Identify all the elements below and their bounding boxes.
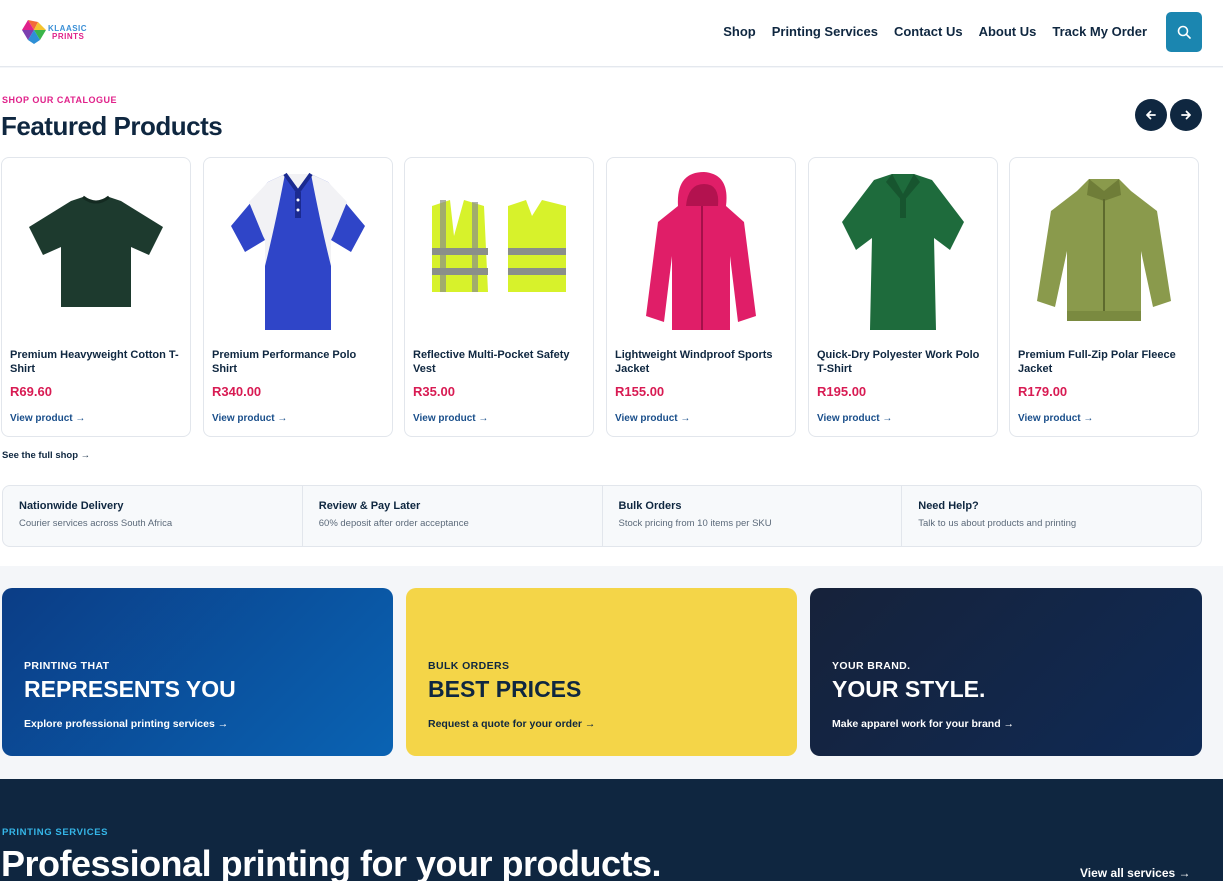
services-title: Professional printing for your products. xyxy=(1,843,662,881)
promo-title: REPRESENTS YOU xyxy=(24,676,236,702)
product-card[interactable]: Premium Performance Polo Shirt R340.00 V… xyxy=(203,157,393,437)
view-product-link[interactable]: View product → xyxy=(615,413,690,424)
feature-delivery: Nationwide Delivery Courier services acr… xyxy=(3,486,303,546)
product-image-green-polo[interactable] xyxy=(809,162,997,340)
catalogue-eyebrow: SHOP OUR CATALOGUE xyxy=(2,95,118,105)
product-name[interactable]: Reflective Multi-Pocket Safety Vest xyxy=(413,348,585,376)
feature-subtitle: 60% deposit after order acceptance xyxy=(318,518,469,529)
view-product-link[interactable]: View product → xyxy=(212,413,287,424)
nav-track-my-order[interactable]: Track My Order xyxy=(1052,24,1147,40)
product-image-jacket[interactable] xyxy=(607,162,795,340)
promo-link[interactable]: Request a quote for your order → xyxy=(428,718,595,730)
search-button[interactable] xyxy=(1166,12,1202,52)
product-price: R69.60 xyxy=(10,384,52,399)
promo-title: BEST PRICES xyxy=(428,676,582,702)
feature-subtitle: Courier services across South Africa xyxy=(19,518,173,529)
promo-link[interactable]: Explore professional printing services → xyxy=(24,718,228,730)
product-card[interactable]: Lightweight Windproof Sports Jacket R155… xyxy=(606,157,796,437)
promo-printing-banner[interactable]: PRINTING THAT REPRESENTS YOU Explore pro… xyxy=(2,588,393,756)
arrow-right-icon xyxy=(1181,110,1191,120)
product-card[interactable]: Premium Full-Zip Polar Fleece Jacket R17… xyxy=(1009,157,1199,437)
feature-help: Need Help? Talk to us about products and… xyxy=(902,486,1201,546)
promo-eyebrow: BULK ORDERS xyxy=(428,660,510,672)
main-nav: Shop Printing Services Contact Us About … xyxy=(723,24,1147,40)
product-price: R340.00 xyxy=(212,384,262,399)
feature-title: Need Help? xyxy=(918,500,979,512)
view-product-link[interactable]: View product → xyxy=(1018,413,1093,424)
product-card[interactable]: Reflective Multi-Pocket Safety Vest R35.… xyxy=(404,157,594,437)
product-name[interactable]: Premium Full-Zip Polar Fleece Jacket xyxy=(1018,348,1190,376)
feature-title: Review & Pay Later xyxy=(318,500,421,512)
nav-contact-us[interactable]: Contact Us xyxy=(894,24,963,40)
promo-bulk-banner[interactable]: BULK ORDERS BEST PRICES Request a quote … xyxy=(406,588,797,756)
product-image-fleece[interactable] xyxy=(1010,162,1198,340)
polo-shirt-icon xyxy=(842,174,964,330)
arrow-left-icon xyxy=(1146,110,1156,120)
feature-bulk-orders: Bulk Orders Stock pricing from 10 items … xyxy=(603,486,903,546)
polo-shirt-icon xyxy=(231,172,365,330)
site-logo[interactable]: KLAASIC PRINTS xyxy=(20,18,90,48)
promo-title: YOUR STYLE. xyxy=(832,676,986,702)
nav-printing-services[interactable]: Printing Services xyxy=(772,24,878,40)
fleece-jacket-icon xyxy=(1037,179,1171,321)
promo-eyebrow: PRINTING THAT xyxy=(24,660,110,672)
services-eyebrow: PRINTING SERVICES xyxy=(2,827,109,838)
safety-vest-icon xyxy=(432,200,566,292)
featured-products-title: Featured Products xyxy=(1,111,223,141)
feature-title: Nationwide Delivery xyxy=(19,500,124,512)
features-strip: Nationwide Delivery Courier services acr… xyxy=(2,485,1202,547)
product-price: R155.00 xyxy=(615,384,665,399)
product-name[interactable]: Premium Heavyweight Cotton T-Shirt xyxy=(10,348,182,376)
product-price: R195.00 xyxy=(817,384,867,399)
promo-brand-banner[interactable]: YOUR BRAND. YOUR STYLE. Make apparel wor… xyxy=(810,588,1202,756)
product-card[interactable]: Premium Heavyweight Cotton T-Shirt R69.6… xyxy=(1,157,191,437)
product-image-polo[interactable] xyxy=(204,162,392,340)
services-section: PRINTING SERVICES Professional printing … xyxy=(0,779,1223,881)
feature-pay-later: Review & Pay Later 60% deposit after ord… xyxy=(303,486,603,546)
search-icon xyxy=(1177,25,1191,39)
tshirt-icon xyxy=(29,195,163,307)
nav-about-us[interactable]: About Us xyxy=(979,24,1037,40)
carousel-next-button[interactable] xyxy=(1170,99,1202,131)
promo-link[interactable]: Make apparel work for your brand → xyxy=(832,718,1014,730)
site-header: KLAASIC PRINTS Shop Printing Services Co… xyxy=(0,0,1223,67)
windbreaker-jacket-icon xyxy=(646,172,756,330)
view-product-link[interactable]: View product → xyxy=(817,413,892,424)
product-card[interactable]: Quick-Dry Polyester Work Polo T-Shirt R1… xyxy=(808,157,998,437)
view-product-link[interactable]: View product → xyxy=(413,413,488,424)
logo-wordmark: KLAASIC PRINTS xyxy=(48,24,88,41)
nav-shop[interactable]: Shop xyxy=(723,24,756,40)
see-full-shop-link[interactable]: See the full shop → xyxy=(2,450,90,461)
feature-subtitle: Talk to us about products and printing xyxy=(918,518,1077,529)
product-image-tshirt[interactable] xyxy=(2,162,190,340)
promo-eyebrow: YOUR BRAND. xyxy=(832,660,911,672)
product-name[interactable]: Premium Performance Polo Shirt xyxy=(212,348,384,376)
product-name[interactable]: Lightweight Windproof Sports Jacket xyxy=(615,348,787,376)
product-name[interactable]: Quick-Dry Polyester Work Polo T-Shirt xyxy=(817,348,989,376)
product-price: R35.00 xyxy=(413,384,455,399)
view-product-link[interactable]: View product → xyxy=(10,413,85,424)
product-image-safety-vest[interactable] xyxy=(405,162,593,340)
carousel-prev-button[interactable] xyxy=(1135,99,1167,131)
product-price: R179.00 xyxy=(1018,384,1068,399)
logo-mark-icon xyxy=(22,20,46,44)
feature-title: Bulk Orders xyxy=(618,500,682,512)
feature-subtitle: Stock pricing from 10 items per SKU xyxy=(618,518,772,529)
view-all-services-link[interactable]: View all services → xyxy=(1080,866,1191,880)
